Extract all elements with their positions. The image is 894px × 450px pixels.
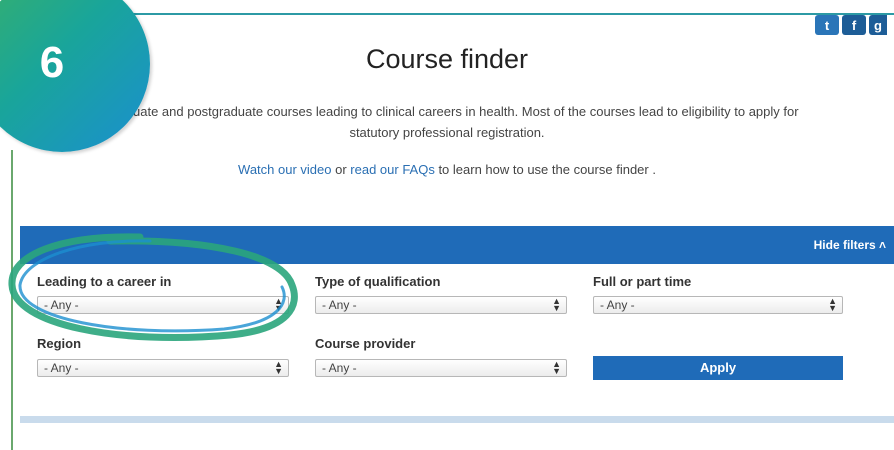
mode-label: Full or part time [593, 274, 692, 289]
intro-line-1: uate and postgraduate courses leading to… [133, 104, 799, 119]
qualification-select[interactable]: - Any - ▲ ▼ [315, 296, 567, 314]
help-rest-text: to learn how to use the course finder . [434, 162, 656, 177]
select-arrows-icon: ▲ ▼ [828, 296, 837, 313]
faq-link[interactable]: read our FAQs [350, 162, 435, 177]
twitter-icon[interactable]: t [815, 15, 839, 35]
results-divider [20, 416, 894, 423]
select-arrows-icon: ▲ ▼ [552, 296, 561, 313]
top-rule [118, 13, 894, 15]
select-arrows-icon: ▲ ▼ [274, 359, 283, 376]
intro-line-2: statutory professional registration. [349, 125, 545, 140]
screenshot-stage: t f g Course finder uate and postgraduat… [0, 0, 894, 450]
region-select[interactable]: - Any - ▲ ▼ [37, 359, 289, 377]
mode-select[interactable]: - Any - ▲ ▼ [593, 296, 843, 314]
qualification-label: Type of qualification [315, 274, 441, 289]
googleplus-icon[interactable]: g [869, 15, 887, 35]
help-line: Watch our video or read our FAQs to lear… [0, 162, 894, 177]
provider-select[interactable]: - Any - ▲ ▼ [315, 359, 567, 377]
social-icons: t f g [815, 15, 887, 35]
step-number: 6 [39, 38, 65, 87]
hide-filters-button[interactable]: Hide filters ˄ [814, 238, 886, 252]
apply-button[interactable]: Apply [593, 356, 843, 380]
select-arrows-icon: ▲ ▼ [552, 359, 561, 376]
provider-label: Course provider [315, 336, 416, 351]
facebook-icon[interactable]: f [842, 15, 866, 35]
help-or-text: or [331, 162, 351, 177]
highlight-ring [8, 233, 298, 342]
watch-video-link[interactable]: Watch our video [238, 162, 331, 177]
